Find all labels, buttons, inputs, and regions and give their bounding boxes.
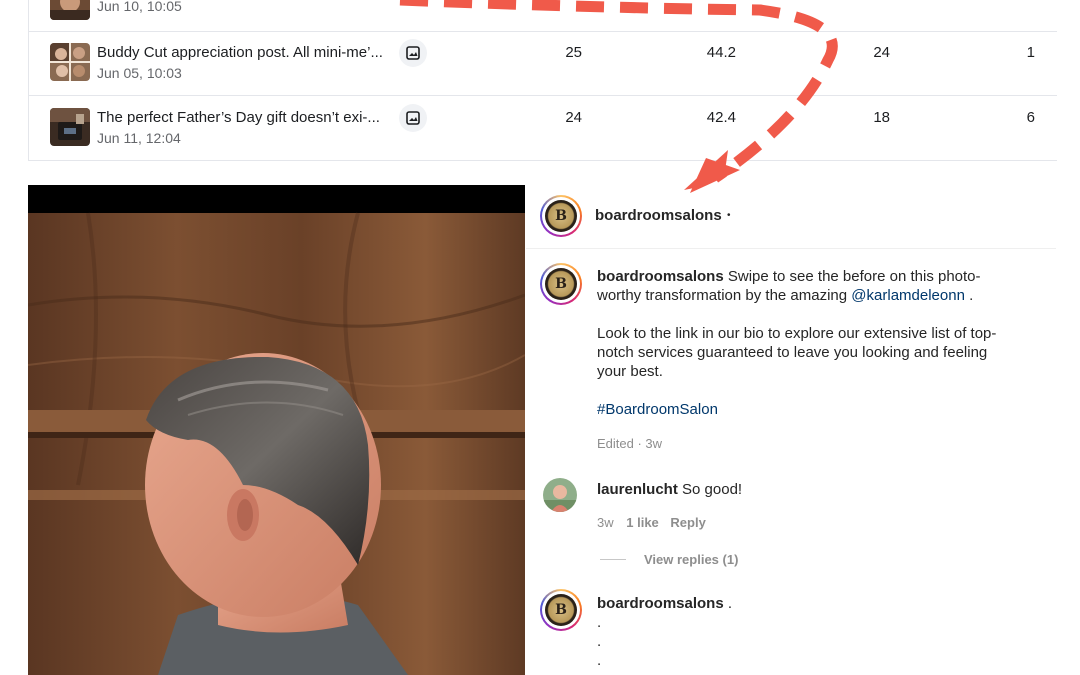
annotation-arrow-icon	[399, 0, 838, 193]
